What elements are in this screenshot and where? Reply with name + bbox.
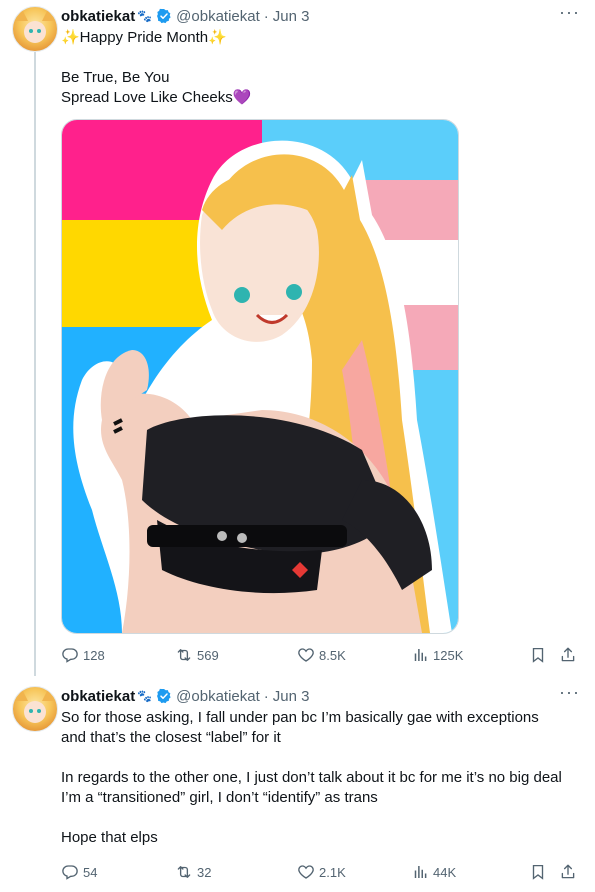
- view-count: 125K: [433, 647, 464, 663]
- avatar-ear: [16, 689, 28, 701]
- avatar-face: [24, 21, 46, 43]
- reply-count: 54: [83, 864, 98, 880]
- share-button[interactable]: [559, 645, 581, 665]
- retweet-count: 32: [197, 864, 212, 880]
- tweet-media-image[interactable]: [61, 119, 459, 634]
- share-icon: [561, 864, 575, 879]
- tweet-date[interactable]: Jun 3: [273, 8, 310, 25]
- retweet-icon: [177, 649, 191, 661]
- heart-icon: [298, 865, 314, 879]
- author-name[interactable]: obkatiekat: [61, 688, 135, 705]
- like-button[interactable]: 8.5K: [297, 645, 346, 665]
- avatar-eye: [29, 29, 33, 33]
- bookmark-icon: [532, 647, 544, 663]
- heart-icon: [298, 648, 314, 662]
- tweet-actions-bar: 128 569 8.5K 125K: [61, 645, 581, 665]
- author-handle[interactable]: @obkatiekat: [176, 688, 260, 705]
- tweet-actions-bar: 54 32 2.1K 44K: [61, 862, 581, 882]
- tweet-text: ✨Happy Pride Month✨ Be True, Be You Spre…: [61, 29, 252, 106]
- views-button[interactable]: 44K: [411, 862, 456, 882]
- reply-count: 128: [83, 647, 105, 663]
- tweet-header: obkatiekat 🐾 @obkatiekat · Jun 3: [61, 6, 309, 26]
- more-options-icon[interactable]: ···: [559, 683, 579, 706]
- avatar-eye: [37, 709, 41, 713]
- avatar-face: [24, 701, 46, 723]
- avatar-ear: [16, 9, 28, 21]
- views-button[interactable]: 125K: [411, 645, 463, 665]
- paw-emoji: 🐾: [137, 9, 153, 23]
- tweet-text: So for those asking, I fall under pan bc…: [61, 709, 562, 846]
- retweet-button[interactable]: 32: [175, 862, 211, 882]
- share-icon: [561, 647, 575, 662]
- bookmark-icon: [532, 864, 544, 880]
- tweet-header: obkatiekat 🐾 @obkatiekat · Jun 3: [61, 686, 309, 706]
- more-options-icon[interactable]: ···: [559, 3, 579, 26]
- author-name[interactable]: obkatiekat: [61, 8, 135, 25]
- share-button[interactable]: [559, 862, 581, 882]
- avatar-eye: [29, 709, 33, 713]
- paw-emoji: 🐾: [137, 689, 153, 703]
- like-button[interactable]: 2.1K: [297, 862, 346, 882]
- thread-connector-line: [34, 50, 36, 676]
- bookmark-button[interactable]: [529, 862, 551, 882]
- retweet-button[interactable]: 569: [175, 645, 219, 665]
- header-separator: ·: [263, 7, 269, 25]
- avatar-eye: [37, 29, 41, 33]
- verified-badge-icon[interactable]: [156, 688, 172, 704]
- analytics-icon: [414, 649, 427, 661]
- header-separator: ·: [263, 687, 269, 705]
- author-avatar[interactable]: [12, 686, 58, 732]
- pride-artwork: [62, 120, 458, 633]
- avatar-ear: [42, 689, 54, 701]
- reply-button[interactable]: 54: [61, 862, 97, 882]
- author-avatar[interactable]: [12, 6, 58, 52]
- avatar-ear: [42, 9, 54, 21]
- retweet-count: 569: [197, 647, 219, 663]
- reply-icon: [62, 865, 78, 880]
- tweet-date[interactable]: Jun 3: [273, 688, 310, 705]
- bookmark-button[interactable]: [529, 645, 551, 665]
- reply-icon: [62, 648, 78, 663]
- reply-button[interactable]: 128: [61, 645, 105, 665]
- retweet-icon: [177, 866, 191, 878]
- verified-badge-icon[interactable]: [156, 8, 172, 24]
- author-handle[interactable]: @obkatiekat: [176, 8, 260, 25]
- like-count: 8.5K: [319, 647, 346, 663]
- analytics-icon: [414, 866, 427, 878]
- like-count: 2.1K: [319, 864, 346, 880]
- view-count: 44K: [433, 864, 457, 880]
